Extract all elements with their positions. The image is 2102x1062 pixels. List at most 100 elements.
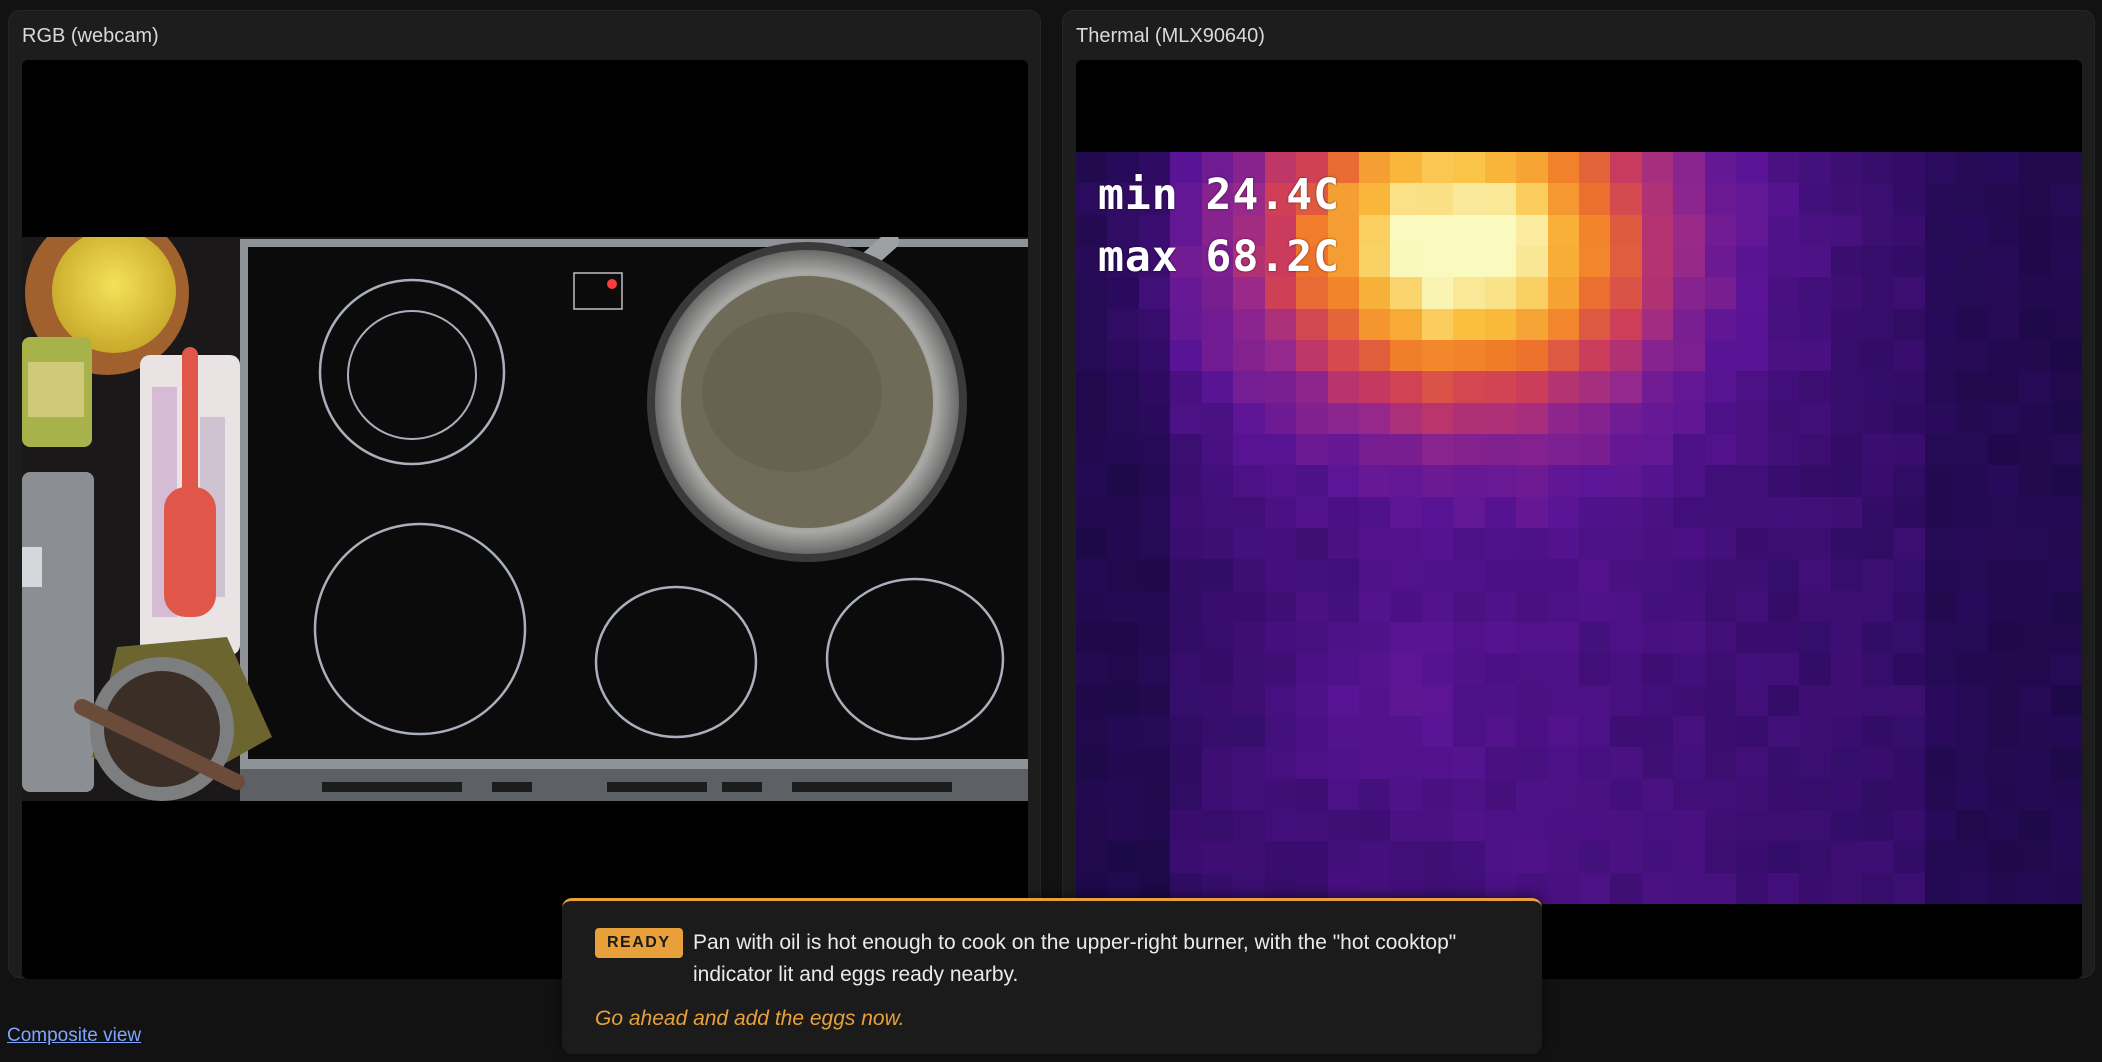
thermal-pixel — [1830, 872, 1862, 904]
thermal-pixel — [2019, 214, 2051, 246]
thermal-pixel — [1861, 841, 1894, 873]
thermal-pixel — [1924, 684, 1957, 716]
thermal-pixel — [1704, 559, 1737, 591]
thermal-pixel — [1138, 747, 1171, 779]
thermal-pixel — [1421, 340, 1454, 372]
thermal-pixel — [1358, 559, 1391, 591]
thermal-pixel — [1799, 340, 1831, 372]
thermal-pixel — [1296, 841, 1328, 873]
thermal-pixel — [1799, 402, 1831, 434]
thermal-pixel — [1579, 716, 1611, 748]
thermal-pixel — [2019, 152, 2051, 184]
thermal-pixel — [1704, 152, 1737, 184]
thermal-pixel — [1641, 496, 1674, 528]
thermal-pixel — [1390, 214, 1422, 246]
thermal-pixel — [1484, 465, 1517, 497]
thermal-pixel — [1956, 559, 1988, 591]
thermal-pixel — [1956, 684, 1988, 716]
thermal-pixel — [1170, 622, 1202, 654]
thermal-pixel — [1484, 277, 1517, 309]
thermal-pixel — [1610, 810, 1642, 842]
thermal-pixel — [1673, 340, 1705, 372]
thermal-pixel — [1861, 528, 1894, 560]
thermal-pixel — [1987, 214, 2020, 246]
thermal-pixel — [1767, 496, 1800, 528]
thermal-pixel — [1830, 214, 1862, 246]
thermal-pixel — [1893, 434, 1925, 466]
thermal-pixel — [1547, 434, 1579, 466]
thermal-pixel — [1641, 434, 1674, 466]
thermal-pixel — [1233, 841, 1265, 873]
thermal-pixel — [1956, 434, 1988, 466]
thermal-pixel — [1358, 308, 1391, 340]
thermal-pixel — [1610, 152, 1642, 184]
thermal-pixel — [1736, 747, 1768, 779]
thermal-pixel — [1799, 152, 1831, 184]
thermal-pixel — [1076, 371, 1108, 403]
thermal-pixel — [1987, 465, 2020, 497]
thermal-pixel — [1610, 747, 1642, 779]
thermal-pixel — [1704, 872, 1737, 904]
thermal-pixel — [2050, 872, 2082, 904]
thermal-pixel — [1484, 559, 1517, 591]
thermal-pixel — [1264, 653, 1297, 685]
thermal-pixel — [1390, 528, 1422, 560]
thermal-pixel — [1924, 622, 1957, 654]
thermal-pixel — [2019, 340, 2051, 372]
thermal-pixel — [1924, 810, 1957, 842]
thermal-pixel — [1610, 684, 1642, 716]
thermal-pixel — [1641, 152, 1674, 184]
thermal-pixel — [1107, 277, 1139, 309]
thermal-pixel — [1296, 559, 1328, 591]
thermal-pixel — [1861, 872, 1894, 904]
thermal-pixel — [1138, 590, 1171, 622]
thermal-pixel — [1138, 841, 1171, 873]
thermal-pixel — [2019, 246, 2051, 278]
thermal-pixel — [1924, 465, 1957, 497]
thermal-pixel — [1956, 214, 1988, 246]
thermal-pixel — [1421, 371, 1454, 403]
thermal-pixel — [1610, 214, 1642, 246]
thermal-pixel — [1924, 277, 1957, 309]
thermal-pixel — [1736, 810, 1768, 842]
thermal-pixel — [1201, 622, 1234, 654]
thermal-pixel — [1861, 590, 1894, 622]
thermal-pixel — [1579, 246, 1611, 278]
thermal-pixel — [1704, 653, 1737, 685]
thermal-pixel — [1704, 434, 1737, 466]
thermal-panel-title: Thermal (MLX90640) — [1076, 25, 1265, 47]
thermal-pixel — [1673, 653, 1705, 685]
thermal-pixel — [1076, 277, 1108, 309]
thermal-pixel — [1390, 152, 1422, 184]
thermal-pixel — [2050, 246, 2082, 278]
thermal-pixel — [1233, 496, 1265, 528]
thermal-pixel — [1516, 496, 1548, 528]
thermal-pixel — [1484, 152, 1517, 184]
thermal-pixel — [1076, 747, 1108, 779]
thermal-pixel — [1673, 434, 1705, 466]
thermal-pixel — [1358, 465, 1391, 497]
composite-view-link[interactable]: Composite view — [7, 1025, 141, 1047]
thermal-pixel — [1076, 590, 1108, 622]
thermal-pixel — [1830, 371, 1862, 403]
thermal-pixel — [1799, 183, 1831, 215]
thermal-pixel — [1924, 402, 1957, 434]
thermal-pixel — [1673, 872, 1705, 904]
thermal-pixel — [1421, 653, 1454, 685]
thermal-pixel — [1138, 496, 1171, 528]
thermal-pixel — [1421, 152, 1454, 184]
thermal-pixel — [1799, 590, 1831, 622]
thermal-heatmap: min 24.4C max 68.2C — [1076, 152, 2082, 904]
thermal-pixel — [1956, 590, 1988, 622]
thermal-pixel — [1484, 747, 1517, 779]
thermal-pixel — [1956, 340, 1988, 372]
thermal-pixel — [1327, 308, 1359, 340]
thermal-pixel — [1924, 434, 1957, 466]
thermal-pixel — [1327, 340, 1359, 372]
thermal-pixel — [2050, 402, 2082, 434]
thermal-pixel — [1579, 496, 1611, 528]
thermal-pixel — [1327, 277, 1359, 309]
thermal-pixel — [1893, 183, 1925, 215]
thermal-pixel — [1924, 528, 1957, 560]
thermal-pixel — [1956, 152, 1988, 184]
